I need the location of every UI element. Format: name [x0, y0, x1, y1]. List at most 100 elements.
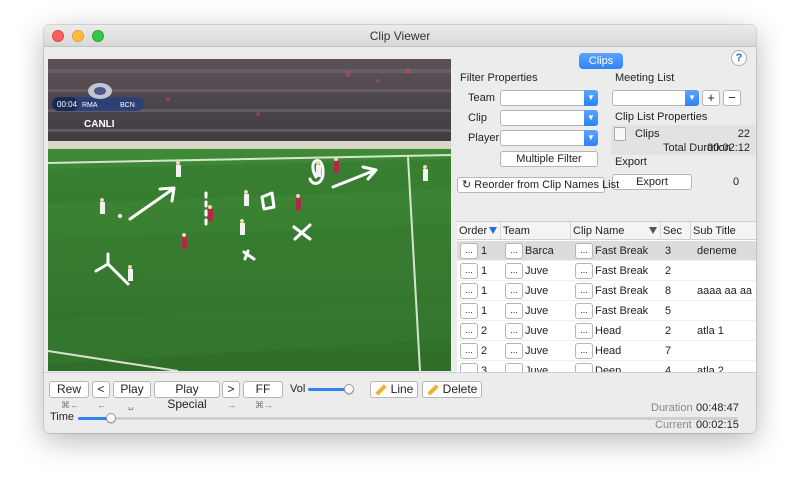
table-row[interactable]: ... 1... Juve... Fast Break 8 aaaa aa aa: [457, 281, 756, 301]
sec-cell: 3: [665, 245, 672, 257]
add-meeting-button[interactable]: +: [702, 90, 720, 106]
help-button[interactable]: ?: [731, 50, 747, 66]
subtitle-cell: deneme: [697, 245, 737, 257]
team-cell: Juve: [525, 325, 549, 337]
subtitle-cell: atla 2: [697, 365, 724, 372]
order-cell: 2: [481, 325, 488, 337]
order-cell: 1: [481, 265, 488, 277]
clip-list-properties-box: Clips 22 Total Duration 00:02:12: [611, 125, 756, 155]
maximize-window-button[interactable]: [92, 30, 104, 42]
order-edit-button[interactable]: ...: [460, 263, 478, 279]
volume-slider-fill: [308, 388, 349, 391]
channel-logo-icon: [88, 83, 112, 99]
clip-edit-button[interactable]: ...: [575, 283, 593, 299]
next-shortcut-hint: →: [227, 400, 236, 410]
order-cell: 1: [481, 305, 488, 317]
meeting-list-select[interactable]: ▼: [612, 90, 699, 106]
next-button[interactable]: >: [222, 381, 240, 398]
team-filter-select[interactable]: ▼: [500, 90, 598, 106]
playback-controls: Rew < Play Play Special > FF Vol Line De…: [44, 372, 756, 433]
tab-clips[interactable]: Clips: [579, 53, 623, 69]
player-filter-select[interactable]: ▼: [500, 130, 598, 146]
clip-edit-button[interactable]: ...: [575, 263, 593, 279]
clips-table: Order Team Clip Name Sec Sub Title ... 1.…: [457, 221, 756, 372]
minimize-window-button[interactable]: [72, 30, 84, 42]
clip-edit-button[interactable]: ...: [575, 303, 593, 319]
close-window-button[interactable]: [52, 30, 64, 42]
clip-name-cell: Head: [595, 325, 622, 337]
table-row[interactable]: ... 1... Juve... Fast Break 5: [457, 301, 756, 321]
scoreboard-time: 00:04: [57, 100, 78, 109]
delete-button[interactable]: Delete: [422, 381, 482, 398]
column-sec[interactable]: Sec: [661, 222, 691, 240]
clip-name-cell: Fast Break: [595, 305, 649, 317]
remove-meeting-button[interactable]: −: [723, 90, 741, 106]
document-icon: [614, 127, 626, 141]
clips-label: Clips: [635, 128, 660, 140]
play-shortcut-hint: ␣: [128, 400, 134, 410]
sort-icon: [489, 227, 497, 234]
team-filter-label: Team: [468, 92, 495, 104]
column-subtitle[interactable]: Sub Title: [691, 222, 756, 240]
previous-button[interactable]: <: [92, 381, 110, 398]
subtitle-cell: aaaa aa aa: [697, 285, 753, 297]
play-special-button[interactable]: Play Special: [154, 381, 220, 411]
time-slider[interactable]: [78, 417, 738, 420]
team-edit-button[interactable]: ...: [505, 323, 523, 339]
clip-edit-button[interactable]: ...: [575, 323, 593, 339]
export-count: 0: [733, 176, 740, 188]
clip-list-properties-heading: Clip List Properties: [615, 111, 708, 123]
video-player[interactable]: 00:04 RMA BCN CANLI: [48, 59, 451, 371]
line-tool-button[interactable]: Line: [370, 381, 418, 398]
team-edit-button[interactable]: ...: [505, 303, 523, 319]
team-cell: Juve: [525, 305, 549, 317]
clip-edit-button[interactable]: ...: [575, 363, 593, 372]
clip-edit-button[interactable]: ...: [575, 343, 593, 359]
fast-forward-button[interactable]: FF: [243, 381, 283, 398]
column-clip-name[interactable]: Clip Name: [571, 222, 661, 240]
chevron-down-icon: ▼: [685, 90, 699, 106]
order-edit-button[interactable]: ...: [460, 363, 478, 372]
table-row[interactable]: ... 3... Juve... Deep 4 atla 2: [457, 361, 756, 372]
video-frame: 00:04 RMA BCN CANLI: [48, 59, 451, 371]
team-cell: Juve: [525, 265, 549, 277]
rewind-button[interactable]: Rew: [49, 381, 89, 398]
chevron-down-icon: ▼: [584, 90, 598, 106]
table-row[interactable]: ... 2... Juve... Head 7: [457, 341, 756, 361]
order-edit-button[interactable]: ...: [460, 323, 478, 339]
subtitle-cell: atla 1: [697, 325, 724, 337]
team-cell: Juve: [525, 365, 549, 372]
table-row[interactable]: ... 1... Juve... Fast Break 2: [457, 261, 756, 281]
column-clip-name-label: Clip Name: [573, 225, 625, 237]
column-team[interactable]: Team: [501, 222, 571, 240]
clip-filter-select[interactable]: ▼: [500, 110, 598, 126]
reorder-button[interactable]: ↻ Reorder from Clip Names List: [457, 177, 619, 193]
duration-label: Duration: [651, 402, 693, 414]
column-order[interactable]: Order: [457, 222, 501, 240]
team-edit-button[interactable]: ...: [505, 263, 523, 279]
order-edit-button[interactable]: ...: [460, 283, 478, 299]
table-row[interactable]: ... 2... Juve... Head 2 atla 1: [457, 321, 756, 341]
clip-edit-button[interactable]: ...: [575, 243, 593, 259]
team-edit-button[interactable]: ...: [505, 283, 523, 299]
order-edit-button[interactable]: ...: [460, 303, 478, 319]
column-order-label: Order: [459, 225, 488, 237]
time-slider-knob[interactable]: [106, 413, 116, 423]
volume-slider-knob[interactable]: [343, 384, 354, 394]
order-edit-button[interactable]: ...: [460, 343, 478, 359]
team-edit-button[interactable]: ...: [505, 343, 523, 359]
team-edit-button[interactable]: ...: [505, 243, 523, 259]
table-row[interactable]: ... 1... Barca... Fast Break 3 deneme: [457, 241, 756, 261]
order-edit-button[interactable]: ...: [460, 243, 478, 259]
sec-cell: 5: [665, 305, 672, 317]
order-cell: 1: [481, 245, 488, 257]
multiple-filter-button[interactable]: Multiple Filter: [500, 151, 598, 167]
clip-viewer-window: Clip Viewer 00:04 RMA BCN CANLI Clips ? …: [44, 25, 756, 433]
clip-name-cell: Fast Break: [595, 245, 649, 257]
export-button[interactable]: Export: [612, 174, 692, 190]
play-button[interactable]: Play: [113, 381, 151, 398]
team-edit-button[interactable]: ...: [505, 363, 523, 372]
team-cell: Juve: [525, 345, 549, 357]
rewind-shortcut-hint: ⌘←: [61, 400, 79, 410]
order-cell: 1: [481, 285, 488, 297]
